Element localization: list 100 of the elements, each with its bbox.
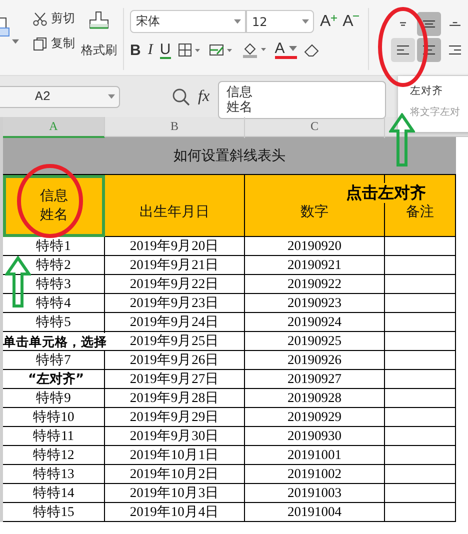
table-cell: 20190928 — [245, 389, 385, 408]
italic-button[interactable]: I — [148, 39, 153, 61]
table-cell: 20190924 — [245, 313, 385, 332]
align-bottom-icon — [449, 22, 461, 26]
search-icon[interactable] — [172, 88, 190, 106]
align-middle-icon — [422, 18, 436, 30]
table-cell: 特特2 — [3, 256, 105, 275]
formula-text: 姓名 — [226, 100, 253, 114]
font-color-button[interactable]: A — [274, 41, 297, 59]
table-cell — [385, 275, 456, 294]
cell-format-icon — [208, 43, 235, 57]
insert-function-button[interactable]: fx — [198, 88, 210, 106]
plus-icon — [330, 14, 337, 20]
table-cell — [385, 427, 456, 446]
table-cell: 2019年9月23日 — [105, 294, 245, 313]
table-cell: 特特5 — [3, 313, 105, 332]
increase-font-button[interactable]: A — [320, 12, 337, 30]
table-cell — [385, 332, 456, 351]
annotation-text: 单击单元格，选择 — [3, 333, 107, 350]
table-cell: 特特9 — [3, 389, 105, 408]
table-cell — [385, 351, 456, 370]
table-cell — [385, 465, 456, 484]
table-cell: 20191002 — [245, 465, 385, 484]
align-top-icon — [399, 22, 407, 26]
table-cell — [385, 408, 456, 427]
table-cell: 20190926 — [245, 351, 385, 370]
table-cell: 2019年10月4日 — [105, 503, 245, 522]
table-cell — [385, 313, 456, 332]
font-size-select[interactable]: 12 — [246, 10, 314, 33]
table-cell: 20190923 — [245, 294, 385, 313]
table-cell: 20190921 — [245, 256, 385, 275]
table-cell: 20190922 — [245, 275, 385, 294]
font-family-select[interactable]: 宋体 — [130, 10, 246, 33]
table-cell: 2019年9月26日 — [105, 351, 245, 370]
table-cell — [385, 389, 456, 408]
align-left-icon — [396, 44, 410, 56]
table-cell: 特特12 — [3, 446, 105, 465]
table-cell: 20191004 — [245, 503, 385, 522]
up-arrow — [5, 256, 31, 308]
table-cell — [385, 484, 456, 503]
annotation-text: 点击左对齐 — [346, 183, 426, 203]
table-cell: 2019年9月22日 — [105, 275, 245, 294]
table-cell: 特特11 — [3, 427, 105, 446]
header-text: 信息 — [40, 188, 68, 206]
table-cell — [385, 446, 456, 465]
formula-field[interactable]: 信息 姓名 — [218, 80, 386, 118]
table-cell: 特特4 — [3, 294, 105, 313]
table-cell: 特特13 — [3, 465, 105, 484]
table-cell: 特特15 — [3, 503, 105, 522]
header-text: 姓名 — [40, 206, 68, 225]
table-cell: 2019年9月29日 — [105, 408, 245, 427]
table-cell: 2019年9月28日 — [105, 389, 245, 408]
table-cell — [385, 294, 456, 313]
table-cell: 2019年9月30日 — [105, 427, 245, 446]
table-cell: 特特14 — [3, 484, 105, 503]
table-cell: 20190920 — [245, 237, 385, 256]
table-cell — [385, 256, 456, 275]
caret-icon — [288, 46, 297, 51]
table-cell: 2019年9月20日 — [105, 237, 245, 256]
border-grid-icon — [178, 43, 202, 57]
caret-icon — [234, 19, 241, 24]
underline-button[interactable]: U — [160, 41, 171, 59]
bold-button[interactable]: B — [130, 39, 141, 61]
table-cell: 20190929 — [245, 408, 385, 427]
table-cell: 2019年9月24日 — [105, 313, 245, 332]
caret-icon[interactable] — [12, 39, 19, 44]
table-cell: 2019年9月27日 — [105, 370, 245, 389]
table-cell: 2019年10月2日 — [105, 465, 245, 484]
table-cell: 2019年9月21日 — [105, 256, 245, 275]
table-cell: 20190927 — [245, 370, 385, 389]
copy-button[interactable]: 复制 — [33, 35, 75, 52]
table-cell: 20191003 — [245, 484, 385, 503]
table-cell: 2019年10月3日 — [105, 484, 245, 503]
align-right-icon — [448, 44, 462, 56]
table-cell: 20191001 — [245, 446, 385, 465]
header-text: 数字 — [300, 203, 328, 222]
header-text: 出生年月日 — [140, 204, 210, 222]
table-cell: 特特3 — [3, 275, 105, 294]
table-cell: 特特10 — [3, 408, 105, 427]
caret-icon — [108, 94, 115, 99]
tooltip-description: 将文字左对 — [410, 106, 461, 119]
paint-bucket-icon — [242, 42, 268, 58]
copy-icon — [33, 36, 47, 50]
cut-button[interactable]: 剪切 — [33, 10, 75, 27]
decrease-font-button[interactable]: A — [342, 12, 360, 30]
table-cell: 2019年10月1日 — [105, 446, 245, 465]
align-center-icon — [422, 44, 436, 56]
formula-text: 信息 — [226, 84, 253, 100]
format-painter-button[interactable]: 格式刷 — [81, 10, 117, 66]
tooltip-title: 左对齐 — [410, 84, 444, 98]
table-cell: 20190925 — [245, 332, 385, 351]
table-title-cell: 如何设置斜线表头 — [3, 137, 456, 175]
table-cell — [385, 370, 456, 389]
table-cell: 特特1 — [3, 237, 105, 256]
caret-icon — [302, 19, 309, 24]
table-cell: 20190930 — [245, 427, 385, 446]
align-left-button[interactable] — [391, 38, 415, 62]
minus-icon — [353, 14, 360, 16]
name-box[interactable]: A2 — [0, 86, 120, 108]
header-text: 备注 — [406, 203, 434, 222]
